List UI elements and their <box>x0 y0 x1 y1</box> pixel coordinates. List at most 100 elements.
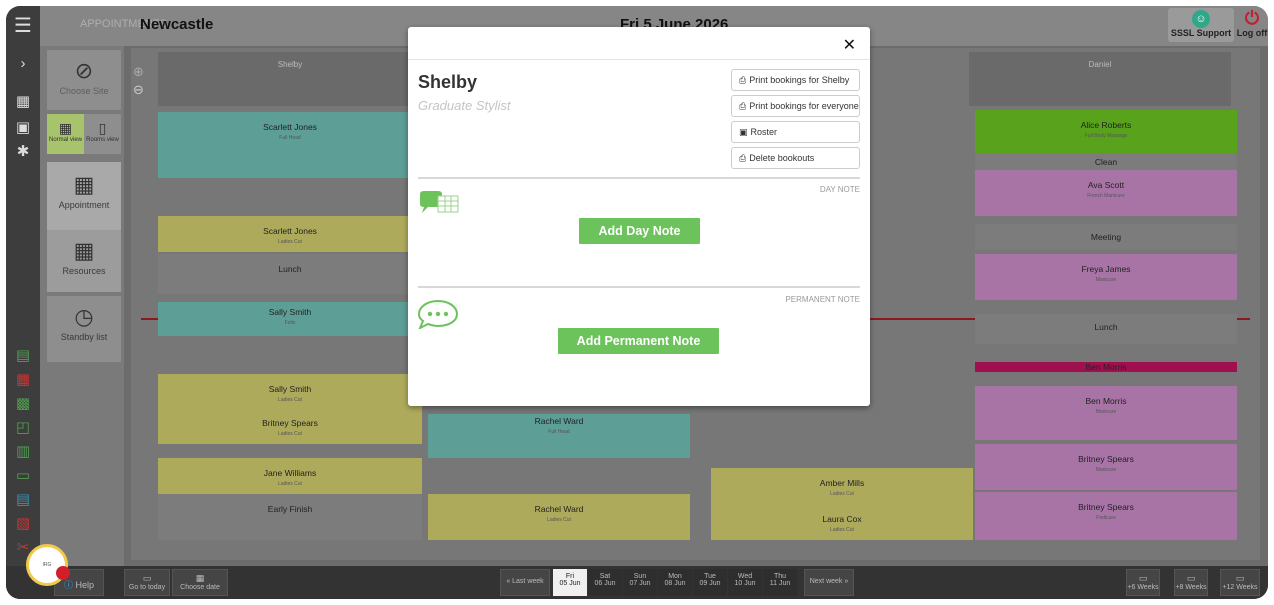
day-fri[interactable]: Fri 05 Jun <box>553 569 587 596</box>
site-name[interactable]: Newcastle <box>140 16 213 33</box>
staff-name: Shelby <box>418 72 478 92</box>
grid-icon[interactable]: ▩ <box>6 390 40 416</box>
appointment-block[interactable]: Meeting <box>975 224 1237 250</box>
gear-icon[interactable]: ✱ <box>6 138 40 164</box>
appointment-block[interactable]: Clean <box>975 154 1237 170</box>
staff-modal: ✕ Shelby Graduate Stylist ⎙ Print booking… <box>408 27 870 406</box>
nav-standby[interactable]: ◷ Standby list <box>47 296 121 362</box>
calendar-icon: ▦ <box>195 573 205 583</box>
appointment-block[interactable]: Scarlett Jones Ladies Cut <box>158 216 422 252</box>
clock-icon: ◷ <box>74 304 94 329</box>
appointment-block[interactable]: Britney Spears Ladies Cut <box>158 408 422 444</box>
go-to-today-button[interactable]: ▭ Go to today <box>124 569 170 596</box>
last-week-button[interactable]: « Last week <box>500 569 550 596</box>
calendar-icon: ▭ <box>1186 573 1196 583</box>
appointment-book-icon[interactable]: ▤ <box>6 342 40 368</box>
choose-date-button[interactable]: ▦ Choose date <box>172 569 228 596</box>
nav-standby-label: Standby list <box>60 332 108 342</box>
appointment-block[interactable]: Sally Smith Foils <box>158 302 422 336</box>
calendar-icon: ▦ <box>73 238 95 263</box>
side-nav: ⊘ Choose Site ▦ Normal view ▯ Rooms view ▦… <box>40 46 124 566</box>
nav-resources[interactable]: ▦ Resources <box>47 230 121 292</box>
support-icon: ☺ <box>1192 10 1210 28</box>
column-header-daniel[interactable]: Daniel <box>969 52 1231 106</box>
appointment-block[interactable]: Early Finish <box>158 494 422 540</box>
expand-icon[interactable]: › <box>6 50 40 76</box>
rooms-view-button[interactable]: ▯ Rooms view <box>84 114 121 154</box>
bottom-bar: ⓘ Help ▭ Go to today ▦ Choose date « Last … <box>6 566 1268 599</box>
plus-12-weeks-button[interactable]: ▭ +12 Weeks <box>1220 569 1260 596</box>
appointment-block[interactable]: Freya James Manicure <box>975 254 1237 300</box>
appointment-block[interactable]: Rachel Ward Ladies Cut <box>428 494 690 540</box>
message-icon[interactable]: ▭ <box>6 462 40 488</box>
close-icon[interactable]: ✕ <box>843 35 856 55</box>
appointment-block[interactable]: Laura Cox Ladies Cut <box>711 504 973 540</box>
print-all-bookings-button[interactable]: ⎙ Print bookings for everyone <box>731 95 860 117</box>
appointment-block[interactable]: Jane Williams Ladies Cut <box>158 458 422 494</box>
nav-appointment-label: Appointment <box>58 200 110 210</box>
day-tue[interactable]: Tue 09 Jun <box>693 569 727 596</box>
printer-icon: ⎙ <box>739 153 747 163</box>
calendar-icon: ▦ <box>73 172 95 197</box>
add-day-note-button[interactable]: Add Day Note <box>579 218 700 244</box>
next-week-button[interactable]: Next week » <box>804 569 854 596</box>
calendar-icon: ▭ <box>1235 573 1245 583</box>
appointment-block[interactable]: Lunch <box>158 254 422 294</box>
normal-view-button[interactable]: ▦ Normal view <box>47 114 84 154</box>
bag-icon[interactable]: ◰ <box>6 414 40 440</box>
notification-dot <box>56 566 70 580</box>
appointment-block[interactable]: Lunch <box>975 314 1237 344</box>
nav-resources-label: Resources <box>62 266 106 276</box>
delete-bookouts-label: Delete bookouts <box>749 153 815 163</box>
normal-view-label: Normal view <box>48 137 82 143</box>
nav-appointment[interactable]: ▦ Appointment <box>47 162 121 230</box>
day-wed[interactable]: Wed 10 Jun <box>728 569 762 596</box>
print-staff-bookings-button[interactable]: ⎙ Print bookings for Shelby <box>731 69 860 91</box>
power-icon: ⏻ <box>1244 8 1260 28</box>
contact-icon[interactable]: ▣ <box>6 114 40 140</box>
go-to-today-label: Go to today <box>128 584 166 591</box>
day-sun[interactable]: Sun 07 Jun <box>623 569 657 596</box>
register-icon[interactable]: ▤ <box>6 486 40 512</box>
appointment-block[interactable]: Britney Spears Pedicure <box>975 492 1237 540</box>
appointment-block[interactable]: Ava Scott French Manicure <box>975 170 1237 216</box>
calendar-icon: ▦ <box>58 120 73 136</box>
day-sat[interactable]: Sat 06 Jun <box>588 569 622 596</box>
staff-role: Graduate Stylist <box>418 98 511 113</box>
appointment-block[interactable]: Rachel Ward Full Head <box>428 414 690 458</box>
appointment-block[interactable]: Britney Spears Manicure <box>975 444 1237 490</box>
support-button[interactable]: ☺ SSSL Support <box>1168 8 1234 42</box>
choose-site-button[interactable]: ⊘ Choose Site <box>47 50 121 110</box>
appointment-block[interactable]: Ben Morris Manicure <box>975 386 1237 440</box>
print-staff-label: Print bookings for Shelby <box>749 75 850 85</box>
appointment-block[interactable]: Amber Mills Ladies Cut <box>711 468 973 504</box>
roster-button[interactable]: ▣ Roster <box>731 121 860 143</box>
zoom-in-icon[interactable]: ⊕ <box>133 64 144 80</box>
choose-site-label: Choose Site <box>59 86 109 96</box>
column-header-shelby[interactable]: Shelby <box>158 52 422 106</box>
chart-icon[interactable]: ▥ <box>6 438 40 464</box>
calendar-red-icon[interactable]: ▦ <box>6 366 40 392</box>
day-thu[interactable]: Thu 11 Jun <box>763 569 797 596</box>
appointment-block[interactable]: Sally Smith Ladies Cut <box>158 374 422 408</box>
day-note-divider <box>418 177 860 179</box>
appointment-block[interactable]: Ben Morris <box>975 362 1237 372</box>
report-icon[interactable]: ▧ <box>6 510 40 536</box>
appointment-block[interactable]: Alice Roberts Full Body Massage <box>975 110 1237 154</box>
menu-icon[interactable]: ☰ <box>6 12 40 38</box>
add-permanent-note-button[interactable]: Add Permanent Note <box>558 328 719 354</box>
appointment-block[interactable]: Scarlett Jones Full Head <box>158 112 422 178</box>
roster-label: Roster <box>750 127 778 137</box>
calendar-icon[interactable]: ▦ <box>6 88 40 114</box>
zoom-out-icon[interactable]: ⊖ <box>133 82 144 98</box>
help-label: Help <box>75 580 95 590</box>
calendar-icon: ▭ <box>142 573 152 583</box>
logoff-button[interactable]: ⏻ Log off <box>1236 8 1268 42</box>
delete-bookouts-button[interactable]: ⎙ Delete bookouts <box>731 147 860 169</box>
plus-6-weeks-button[interactable]: ▭ +6 Weeks <box>1126 569 1160 596</box>
day-mon[interactable]: Mon 08 Jun <box>658 569 692 596</box>
plus-8-weeks-button[interactable]: ▭ +8 Weeks <box>1174 569 1208 596</box>
plus-6-weeks-label: +6 Weeks <box>1127 584 1159 591</box>
print-all-label: Print bookings for everyone <box>749 101 859 111</box>
modal-divider <box>408 59 870 60</box>
